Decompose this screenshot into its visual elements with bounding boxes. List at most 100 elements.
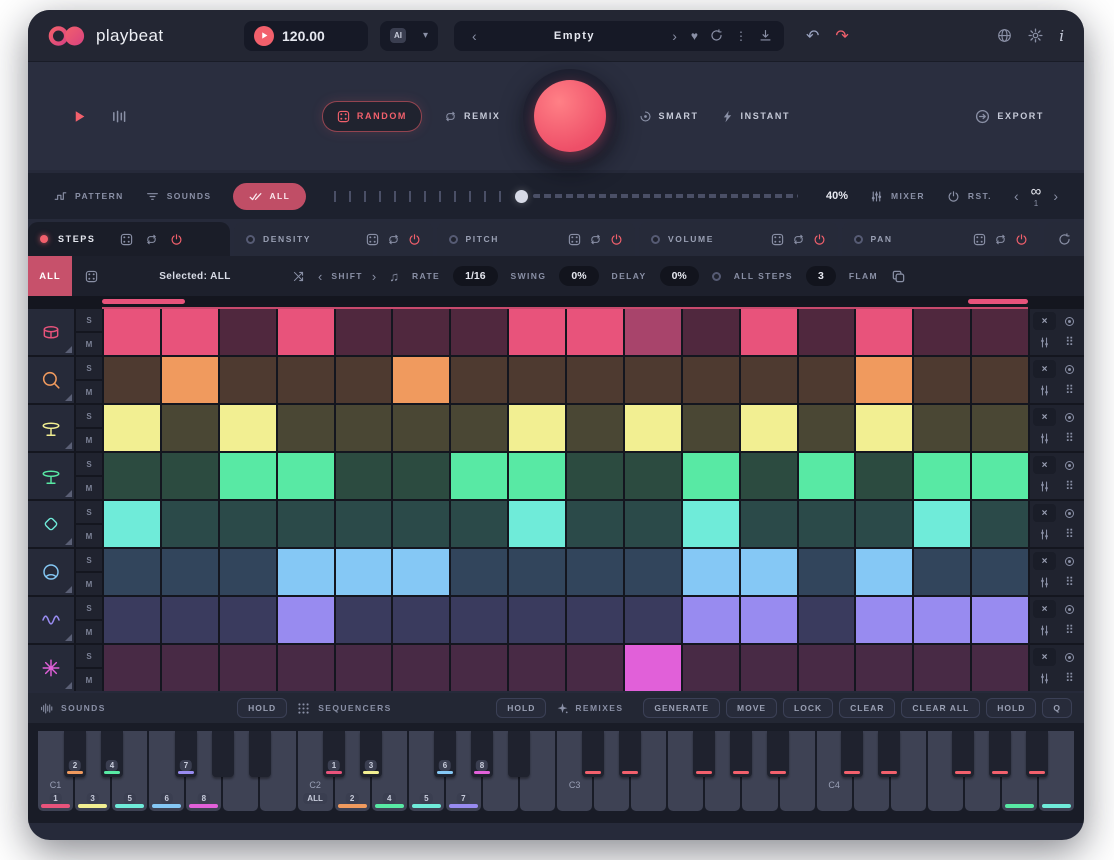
step-cell-1[interactable]	[104, 549, 160, 595]
track-drag-handle[interactable]: ⠿	[1058, 476, 1081, 496]
track-clear-button[interactable]: ×	[1033, 408, 1056, 426]
copy-pattern-icon[interactable]	[891, 269, 906, 284]
reset-button[interactable]: RST.	[947, 190, 992, 203]
save-download-icon[interactable]	[759, 29, 772, 42]
lock-button[interactable]: LOCK	[783, 698, 833, 718]
row-dice-icon[interactable]	[85, 270, 98, 283]
track-choke-dot-icon[interactable]	[1058, 360, 1081, 378]
track-expand-handle[interactable]	[65, 394, 72, 401]
track-instrument-burst-icon[interactable]	[28, 645, 74, 691]
reload-preset-icon[interactable]	[710, 29, 723, 42]
step-cell-6[interactable]	[393, 309, 449, 355]
all-pill-button[interactable]: ALL	[233, 183, 306, 210]
piano-black-key-25[interactable]	[989, 731, 1011, 777]
step-cell-11[interactable]	[683, 453, 739, 499]
density-dice-icon[interactable]	[366, 233, 379, 246]
piano-black-key-1[interactable]: 4	[101, 731, 123, 777]
track-expand-handle[interactable]	[65, 346, 72, 353]
step-cell-2[interactable]	[162, 501, 218, 547]
piano-black-key-19[interactable]	[767, 731, 789, 777]
step-cell-1[interactable]	[104, 357, 160, 403]
step-cell-8[interactable]	[509, 453, 565, 499]
track-solo-button[interactable]: S	[76, 501, 102, 523]
pitch-dice-icon[interactable]	[568, 233, 581, 246]
step-cell-6[interactable]	[393, 405, 449, 451]
piano-black-key-21[interactable]	[841, 731, 863, 777]
slider-handle[interactable]	[515, 190, 528, 203]
step-cell-3[interactable]	[220, 453, 276, 499]
pitch-power-icon[interactable]	[610, 233, 623, 246]
step-cell-8[interactable]	[509, 309, 565, 355]
step-cell-15[interactable]	[914, 357, 970, 403]
piano-black-key-11[interactable]: 8	[471, 731, 493, 777]
step-cell-10[interactable]	[625, 549, 681, 595]
step-cell-6[interactable]	[393, 453, 449, 499]
step-cell-2[interactable]	[162, 405, 218, 451]
piano-black-key-5[interactable]	[249, 731, 271, 777]
web-globe-icon[interactable]	[997, 28, 1012, 43]
step-cell-4[interactable]	[278, 405, 334, 451]
steps-power-icon[interactable]	[170, 233, 183, 246]
piano-black-key-15[interactable]	[619, 731, 641, 777]
step-cell-7[interactable]	[451, 645, 507, 691]
step-cell-12[interactable]	[741, 645, 797, 691]
step-cell-11[interactable]	[683, 501, 739, 547]
step-cell-6[interactable]	[393, 549, 449, 595]
step-cell-14[interactable]	[856, 549, 912, 595]
track-solo-button[interactable]: S	[76, 597, 102, 619]
step-cell-4[interactable]	[278, 309, 334, 355]
step-cell-4[interactable]	[278, 357, 334, 403]
step-cell-16[interactable]	[972, 405, 1028, 451]
track-instrument-shaker-icon[interactable]	[28, 501, 74, 547]
piano-black-key-14[interactable]	[582, 731, 604, 777]
step-cell-7[interactable]	[451, 549, 507, 595]
step-cell-14[interactable]	[856, 309, 912, 355]
shift-left-button[interactable]: ‹	[318, 269, 322, 284]
step-cell-12[interactable]	[741, 501, 797, 547]
step-cell-14[interactable]	[856, 597, 912, 643]
track-sliders-icon[interactable]	[1033, 524, 1056, 544]
steps-dice-icon[interactable]	[120, 233, 133, 246]
step-cell-15[interactable]	[914, 645, 970, 691]
select-all-tracks-button[interactable]: ALL	[28, 256, 72, 296]
piano-black-key-3[interactable]: 7	[175, 731, 197, 777]
step-cell-3[interactable]	[220, 645, 276, 691]
step-cell-9[interactable]	[567, 645, 623, 691]
step-cell-3[interactable]	[220, 501, 276, 547]
step-cell-11[interactable]	[683, 549, 739, 595]
pan-loop-icon[interactable]	[994, 233, 1007, 246]
step-cell-1[interactable]	[104, 453, 160, 499]
piano-black-key-26[interactable]	[1026, 731, 1048, 777]
track-drag-handle[interactable]: ⠿	[1058, 524, 1081, 544]
flam-label[interactable]: FLAM	[849, 271, 878, 281]
step-cell-12[interactable]	[741, 597, 797, 643]
track-drag-handle[interactable]: ⠿	[1058, 380, 1081, 400]
preset-next-button[interactable]: ›	[666, 28, 683, 44]
step-cell-4[interactable]	[278, 501, 334, 547]
step-cell-8[interactable]	[509, 549, 565, 595]
step-cell-7[interactable]	[451, 309, 507, 355]
step-cell-8[interactable]	[509, 405, 565, 451]
instant-button[interactable]: INSTANT	[721, 110, 791, 123]
step-cell-8[interactable]	[509, 357, 565, 403]
quantize-button[interactable]: Q	[1042, 698, 1072, 718]
track-mute-button[interactable]: M	[76, 669, 102, 691]
step-cell-6[interactable]	[393, 357, 449, 403]
step-cell-4[interactable]	[278, 597, 334, 643]
step-cell-12[interactable]	[741, 453, 797, 499]
track-sliders-icon[interactable]	[1033, 332, 1056, 352]
main-randomize-button[interactable]	[534, 80, 606, 152]
track-drag-handle[interactable]: ⠿	[1058, 620, 1081, 640]
shift-right-button[interactable]: ›	[372, 269, 376, 284]
step-cell-14[interactable]	[856, 501, 912, 547]
step-cell-7[interactable]	[451, 357, 507, 403]
track-sliders-icon[interactable]	[1033, 620, 1056, 640]
info-icon[interactable]: i	[1059, 27, 1064, 45]
step-cell-16[interactable]	[972, 453, 1028, 499]
track-solo-button[interactable]: S	[76, 309, 102, 331]
pitch-radio[interactable]	[449, 235, 458, 244]
step-cell-10[interactable]	[625, 309, 681, 355]
step-cell-6[interactable]	[393, 597, 449, 643]
step-cell-9[interactable]	[567, 597, 623, 643]
track-solo-button[interactable]: S	[76, 405, 102, 427]
